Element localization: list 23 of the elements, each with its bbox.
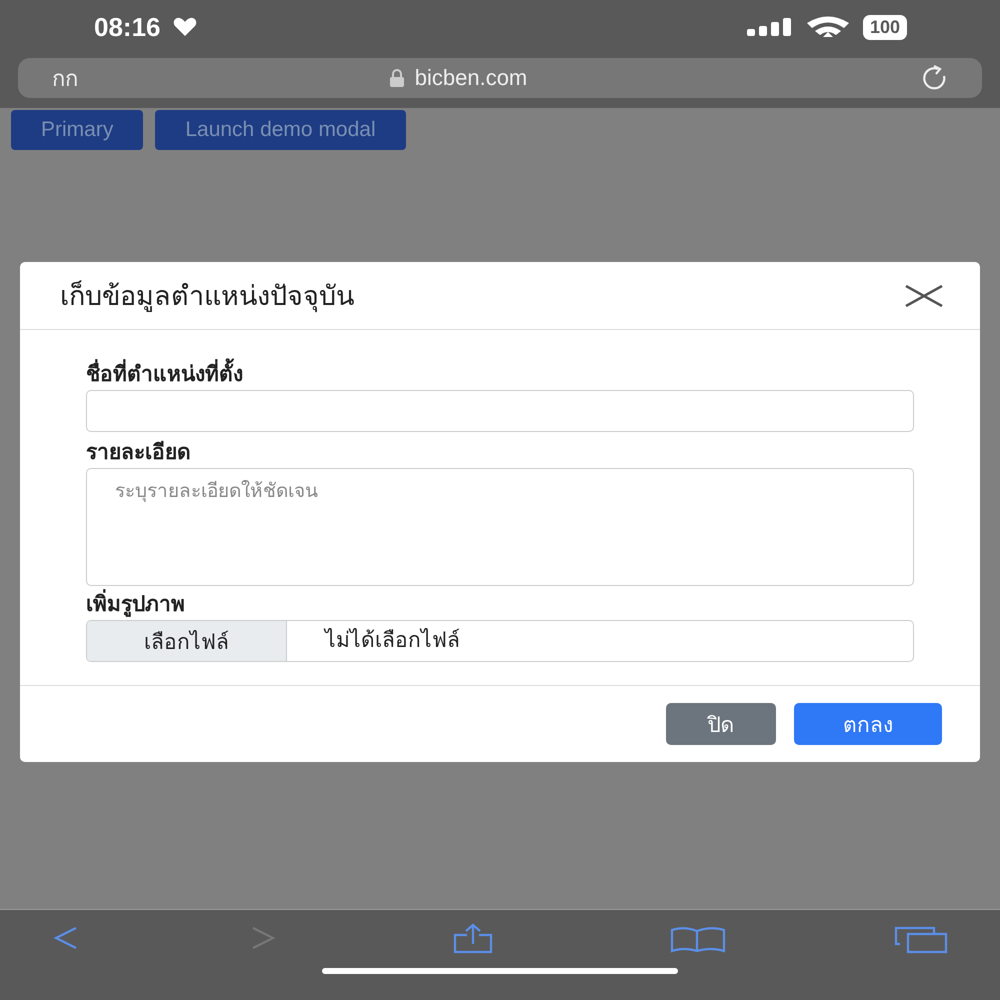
page-button[interactable]: Launch demo modal bbox=[155, 110, 406, 150]
file-field[interactable]: เลือกไฟล์ ไม่ได้เลือกไฟล์ bbox=[86, 620, 914, 662]
confirm-button[interactable]: ตกลง bbox=[794, 703, 942, 745]
field-label: รายละเอียด bbox=[86, 440, 192, 466]
file-status: ไม่ได้เลือกไฟล์ bbox=[322, 627, 460, 654]
field-label: เพิ่มรูปภาพ bbox=[86, 590, 914, 620]
textarea-field[interactable]: ระบุรายละเอียดให้ชัดเจน bbox=[86, 468, 914, 586]
text-size-button[interactable]: กก bbox=[52, 60, 78, 96]
wifi-icon bbox=[804, 16, 851, 38]
heart-icon bbox=[172, 17, 196, 37]
close-icon[interactable] bbox=[904, 284, 944, 308]
lock-icon bbox=[388, 69, 405, 87]
url-text: bicben.com bbox=[414, 65, 528, 91]
choose-file-button[interactable]: เลือกไฟล์ bbox=[87, 621, 287, 661]
status-time: 08:16 bbox=[94, 12, 160, 42]
modal-title: เก็บข้อมูลตำแหน่งปัจจุบัน bbox=[60, 279, 354, 314]
page-button[interactable]: Primary bbox=[11, 110, 144, 150]
signal-icon bbox=[746, 18, 793, 36]
address-bar[interactable]: กก bicben.com bbox=[18, 58, 982, 98]
input-field[interactable] bbox=[86, 390, 914, 432]
battery-level: 100 bbox=[862, 14, 907, 40]
field-label: ชื่อที่ตำแหน่งที่ตั้ง bbox=[86, 360, 914, 390]
cancel-button[interactable]: ปิด bbox=[666, 703, 776, 745]
